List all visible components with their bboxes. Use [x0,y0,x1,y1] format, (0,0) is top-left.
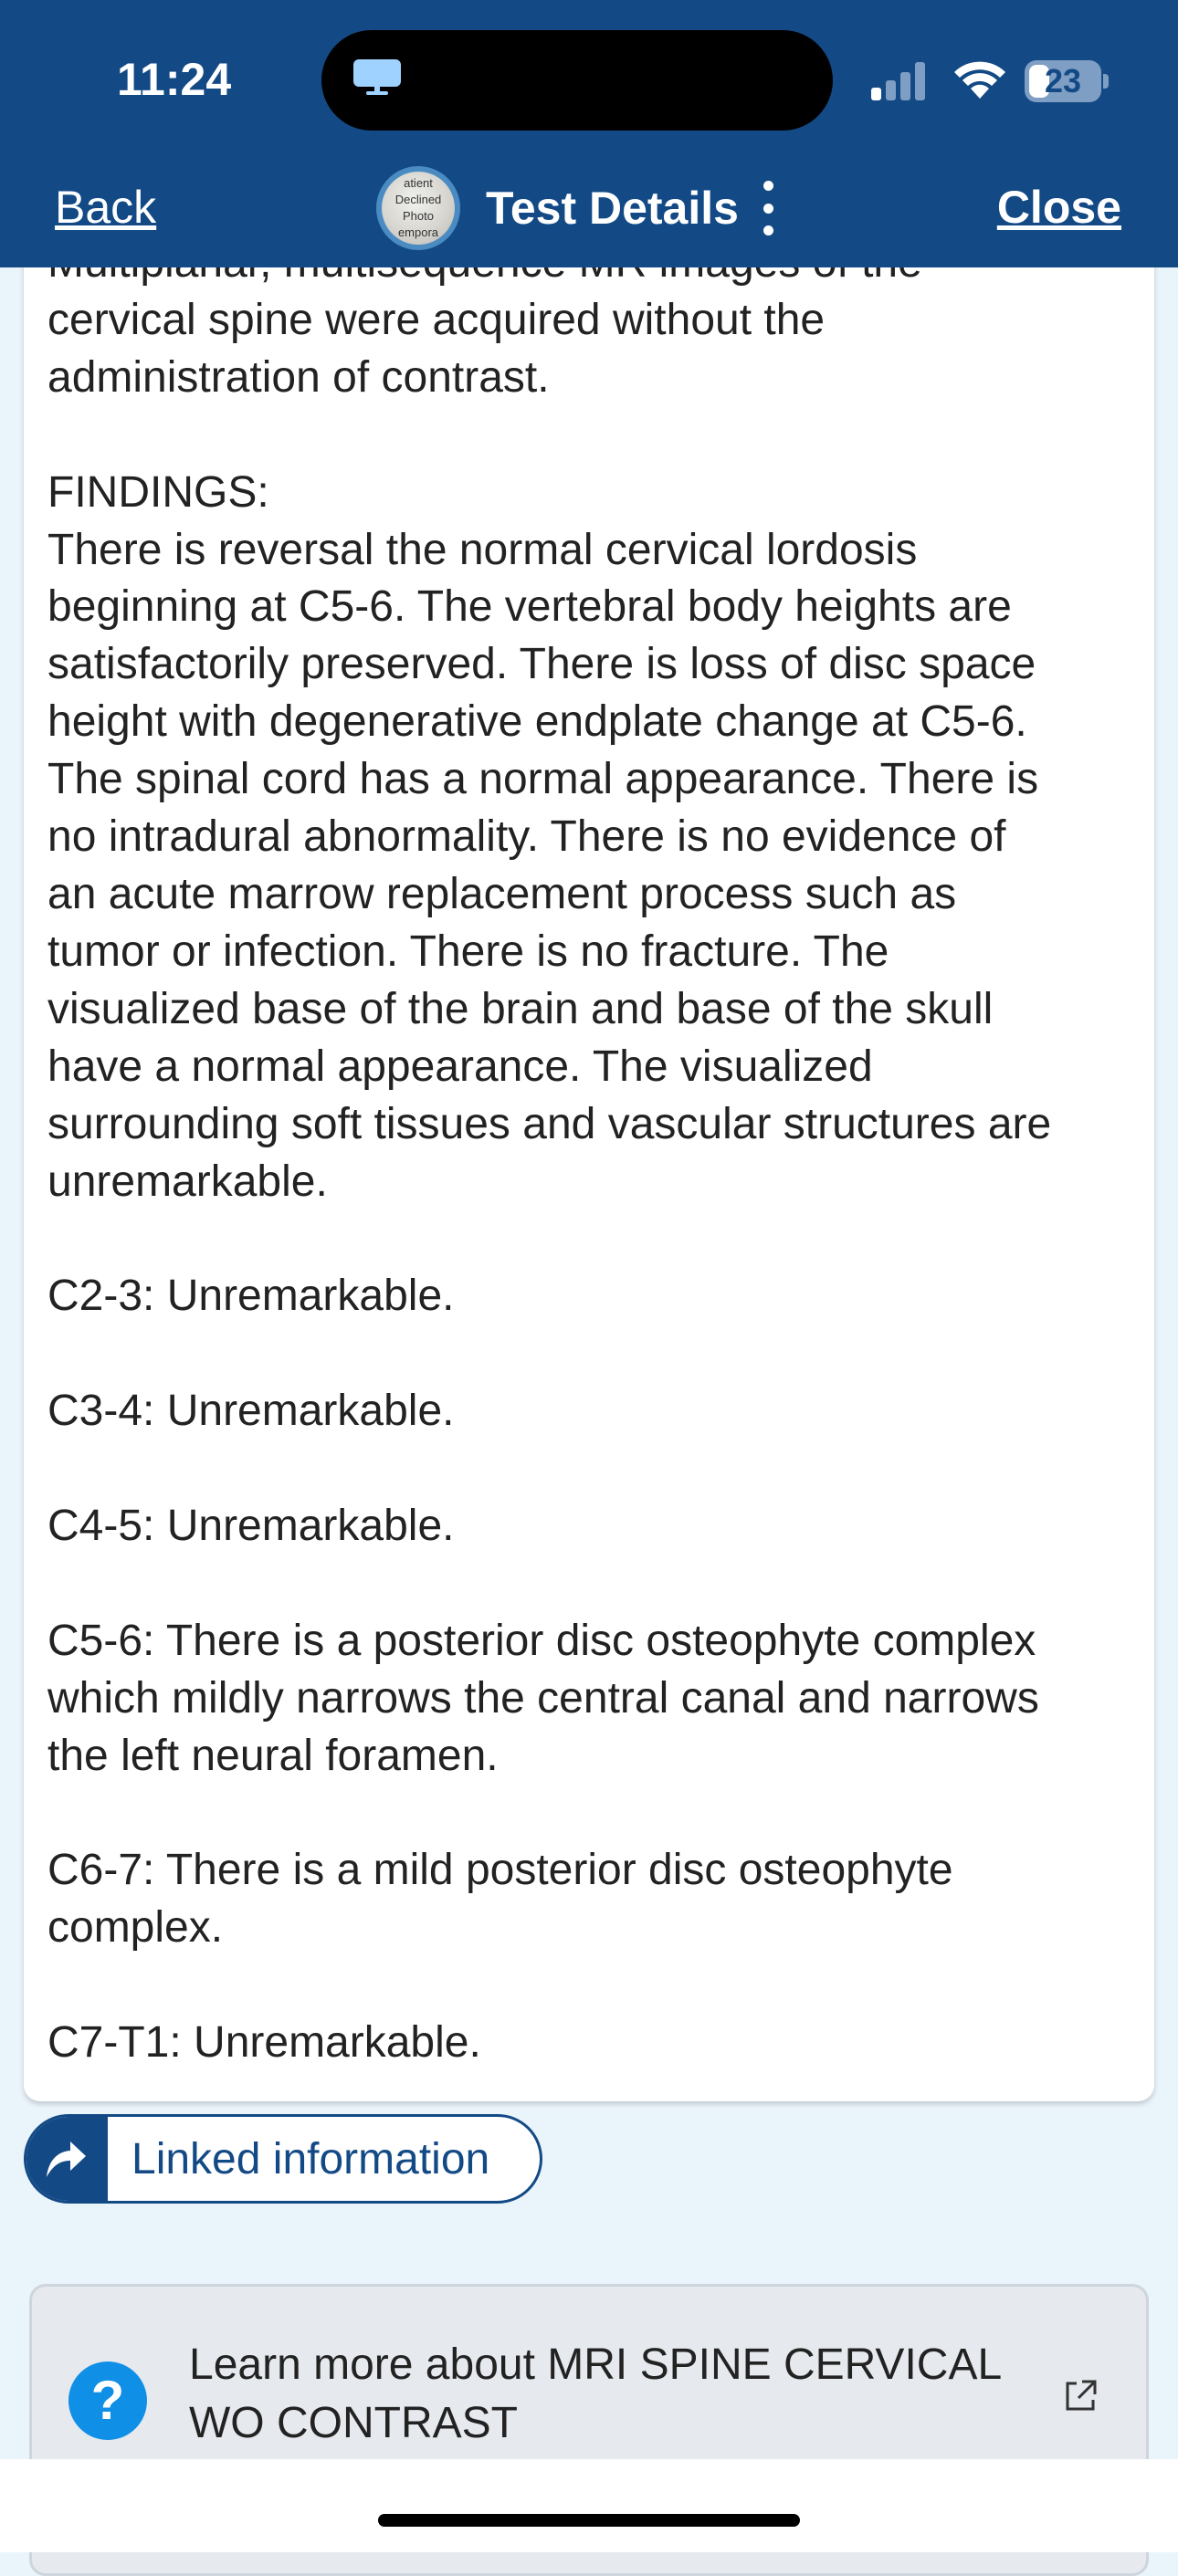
screen-mirroring-icon [353,59,401,95]
report-card: Multiplanar, multisequence MR images of … [24,219,1154,2101]
status-icons: 23 [868,55,1123,106]
avatar-text-line: empora [397,225,439,239]
page-title: Test Details [486,183,739,234]
home-indicator[interactable] [378,2514,800,2527]
avatar-photo-placeholder: atient Declined Photo empora [382,172,455,245]
report-text: Multiplanar, multisequence MR images of … [47,238,1052,2068]
bottom-bar [0,2459,1178,2552]
status-time: 11:24 [117,54,232,105]
learn-more-text: Learn more about MRI SPINE CERVICAL WO C… [189,2340,1001,2447]
linked-icon-container [26,2117,108,2201]
wifi-icon [954,61,1005,99]
close-link[interactable]: Close [997,181,1121,234]
app-header: 11:24 23 Back atient Declined Photo empo… [0,0,1178,267]
battery-indicator: 23 [1025,60,1109,102]
avatar-text-line: Declined [394,193,442,206]
avatar-text-line: Photo [403,209,434,223]
linked-information-button[interactable]: Linked information [24,2114,542,2204]
dynamic-island [321,30,833,131]
external-link-icon [1066,2380,1097,2411]
linked-information-label: Linked information [131,2134,490,2183]
more-options-icon[interactable] [763,181,775,236]
nav-title-group: atient Declined Photo empora Test Detail… [376,164,775,252]
avatar-text-line: atient [404,176,433,190]
signal-icon [871,62,925,100]
share-arrow-icon [47,2141,86,2177]
battery-level: 23 [1044,62,1082,99]
avatar[interactable]: atient Declined Photo empora [376,166,460,250]
help-icon: ? [68,2361,147,2440]
back-link[interactable]: Back [55,181,156,234]
